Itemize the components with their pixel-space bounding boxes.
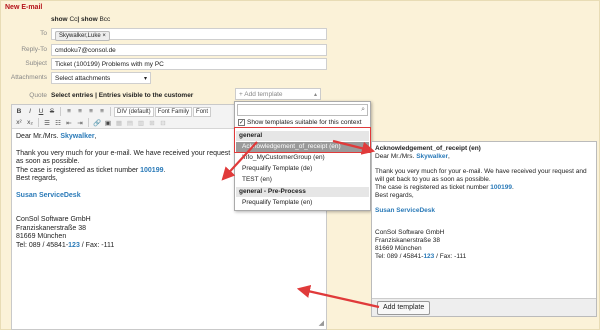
preview-body: Acknowledgement_of_receipt (en) Dear Mr.… (375, 145, 595, 261)
font-size-select[interactable]: Font (193, 106, 212, 117)
dropdown-group-header: general - Pre-Process (236, 187, 369, 197)
underline-button[interactable]: U (36, 107, 46, 117)
image-icon[interactable]: ▣ (103, 118, 113, 128)
show-bcc-link[interactable]: Bcc (99, 16, 110, 23)
checkbox-label: Show templates suitable for this context (247, 119, 362, 126)
add-template-select[interactable]: + Add template ▴ (235, 88, 321, 100)
checkbox-checked-icon: ✓ (238, 119, 245, 126)
align-center-icon[interactable]: ≡ (75, 107, 85, 117)
street-line: Franziskanerstraße 38 (375, 237, 441, 244)
template-dropdown: ⌕ ✓ Show templates suitable for this con… (234, 101, 371, 211)
toolbar-row-1: B I U S ≡ ≡ ≡ ≡ DIV (default) Font Famil… (14, 106, 212, 117)
city-line: 81669 München (16, 233, 67, 240)
resize-grip-icon[interactable]: ◢ (319, 319, 324, 327)
outdent-icon[interactable]: ⇤ (64, 118, 74, 128)
show-separator: | (77, 16, 80, 23)
preview-footer: Add template (372, 298, 596, 316)
body-line: Thank you very much for your e-mail. We … (375, 168, 587, 175)
reply-to-label: Reply-To (21, 46, 47, 53)
subscript-icon[interactable]: x₂ (25, 118, 35, 128)
toolbar-divider (110, 107, 111, 116)
suitable-templates-checkbox[interactable]: ✓ Show templates suitable for this conte… (238, 119, 362, 126)
show-bcc-prefix: show (81, 16, 98, 23)
body-line: will get back to you as soon as possible… (375, 176, 491, 183)
table-row-icon[interactable]: ▤ (125, 118, 135, 128)
search-icon: ⌕ (361, 106, 365, 113)
phone-line: Tel: 089 / 45841-123 / Fax: -111 (375, 253, 467, 260)
reply-to-field[interactable]: cmdoku7@consol.de (51, 44, 327, 56)
subject-label: Subject (25, 60, 47, 67)
numbered-list-icon[interactable]: ☷ (53, 118, 63, 128)
bullet-list-icon[interactable]: ☰ (42, 118, 52, 128)
toolbar-divider (38, 118, 39, 127)
toolbar-divider (88, 118, 89, 127)
template-option[interactable]: Prequalify Template (de) (236, 164, 369, 174)
link-icon[interactable]: 🔗 (92, 118, 102, 128)
ticket-line: The case is registered as ticket number … (375, 184, 514, 191)
align-justify-icon[interactable]: ≡ (97, 107, 107, 117)
subject-row: Subject Ticket (100199) Problems with my… (1, 58, 331, 70)
greeting-line: Dear Mr./Mrs. Skywalker, (375, 153, 450, 160)
to-field[interactable]: Skywalker,Luke × (51, 28, 327, 41)
font-family-select[interactable]: Font Family (154, 106, 193, 117)
highlight-annotation (234, 127, 371, 153)
toolbar-row-2: x² x₂ ☰ ☷ ⇤ ⇥ 🔗 ▣ ▦ ▤ ▥ ⊞ ⊟ (14, 117, 168, 128)
to-label: To (40, 30, 47, 37)
attachments-select[interactable]: Select attachments ▾ (51, 72, 151, 84)
format-select[interactable]: DIV (default) (114, 106, 154, 117)
template-option[interactable]: TEST (en) (236, 175, 369, 185)
chevron-down-icon: ▾ (143, 76, 147, 82)
phone-line: Tel: 089 / 45841-123 / Fax: -111 (16, 241, 115, 249)
template-preview: Acknowledgement_of_receipt (en) Dear Mr.… (371, 141, 597, 317)
company-line: ConSol Software GmbH (375, 229, 445, 236)
recipient-token[interactable]: Skywalker,Luke × (55, 31, 110, 41)
email-panel: New E-mail show Cc| show Bcc To Skywalke… (0, 0, 600, 330)
to-row: To Skywalker,Luke × (1, 28, 331, 41)
attachments-row: Attachments Select attachments ▾ (1, 72, 331, 84)
template-option[interactable]: Info_MyCustomerGroup (en) (236, 153, 369, 163)
attachments-label: Attachments (10, 74, 47, 81)
closing-line: Best regards, (375, 192, 414, 199)
align-right-icon[interactable]: ≡ (86, 107, 96, 117)
panel-title: New E-mail (5, 4, 43, 11)
reply-to-row: Reply-To cmdoku7@consol.de (1, 44, 331, 56)
add-template-button[interactable]: Add template (377, 301, 431, 315)
strike-button[interactable]: S (47, 107, 57, 117)
company-line: ConSol Software GmbH (16, 216, 91, 223)
add-template-placeholder: + Add template (239, 91, 283, 98)
align-left-icon[interactable]: ≡ (64, 107, 74, 117)
subject-field[interactable]: Ticket (100199) Problems with my PC (51, 58, 327, 70)
indent-icon[interactable]: ⇥ (75, 118, 85, 128)
superscript-icon[interactable]: x² (14, 118, 24, 128)
template-search-input[interactable]: ⌕ (237, 104, 368, 116)
signature-name: Susan ServiceDesk (375, 207, 435, 214)
quote-label: Quote (29, 92, 47, 99)
bold-button[interactable]: B (14, 107, 24, 117)
table-col-icon[interactable]: ▥ (136, 118, 146, 128)
toolbar-divider (60, 107, 61, 116)
street-line: Franziskanerstraße 38 (16, 224, 87, 232)
city-line: 81669 München (375, 245, 422, 252)
attachments-select-value: Select attachments (55, 75, 111, 82)
preview-title: Acknowledgement_of_receipt (en) (375, 145, 481, 152)
quote-options[interactable]: Select entries | Entries visible to the … (51, 92, 193, 99)
split-cells-icon[interactable]: ⊟ (158, 118, 168, 128)
italic-button[interactable]: I (25, 107, 35, 117)
table-icon[interactable]: ▦ (114, 118, 124, 128)
show-prefix: show (51, 16, 68, 23)
chevron-down-icon: ▴ (313, 92, 317, 98)
show-links: show Cc| show Bcc (51, 16, 110, 23)
template-option[interactable]: Prequalify Template (en) (236, 198, 369, 208)
merge-cells-icon[interactable]: ⊞ (147, 118, 157, 128)
